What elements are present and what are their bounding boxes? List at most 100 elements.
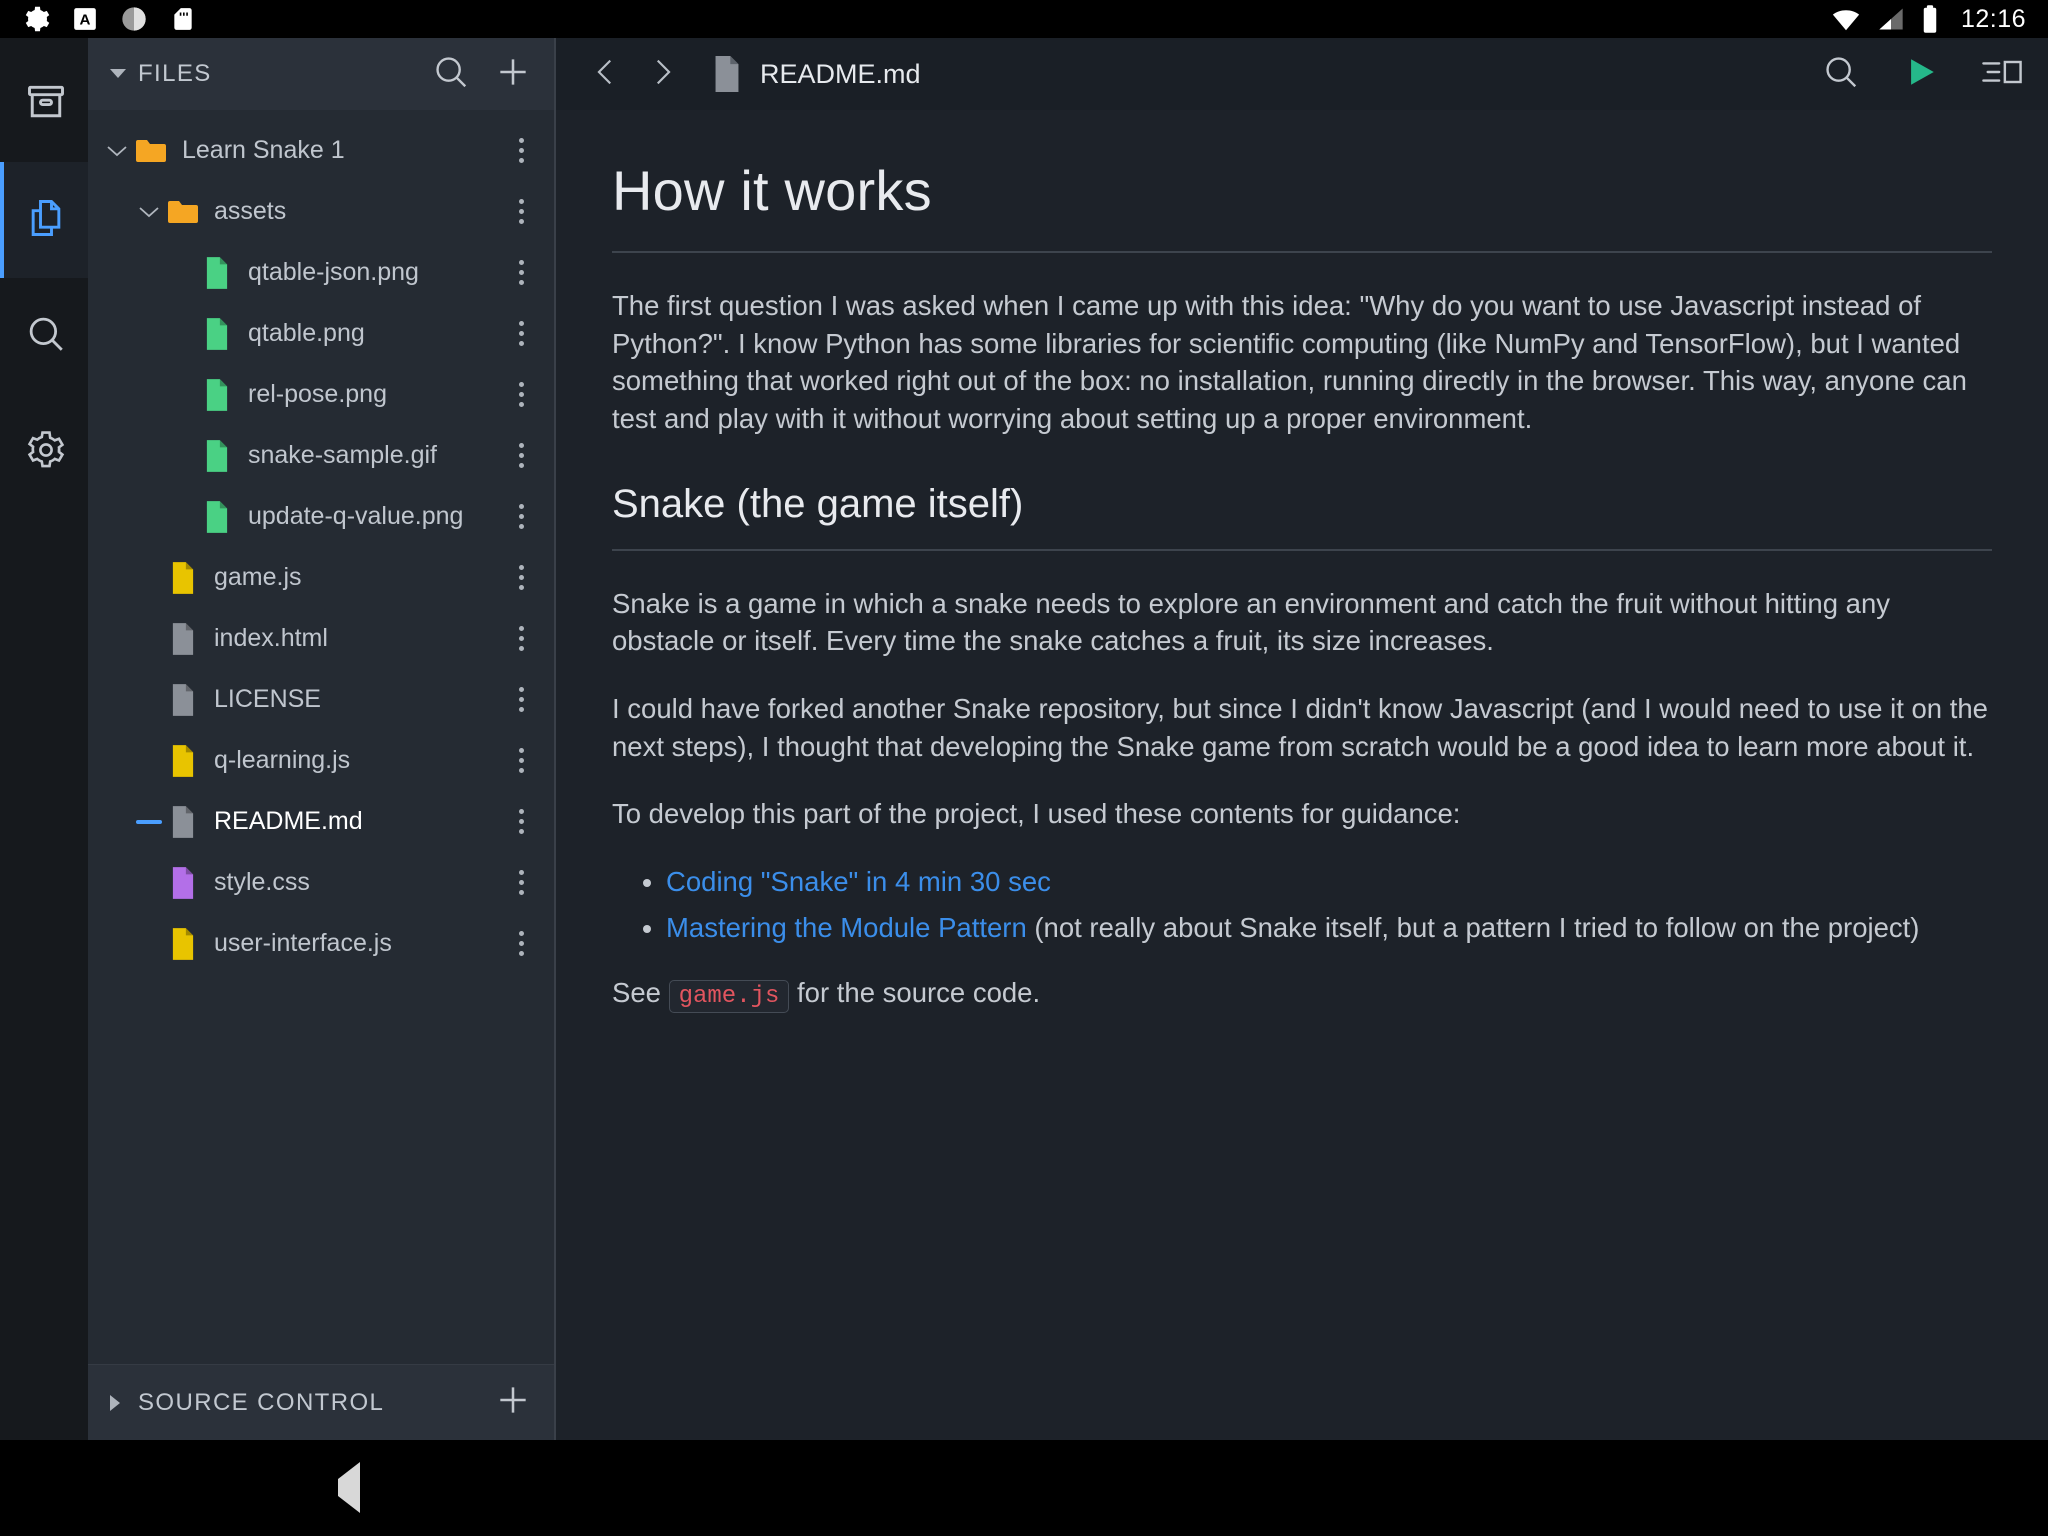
chevron-right-icon[interactable] — [110, 1394, 128, 1411]
file-icon — [200, 378, 234, 411]
tree-row[interactable]: LICENSE — [88, 669, 554, 730]
more-options-icon[interactable] — [504, 382, 538, 407]
cell-signal-icon — [1877, 5, 1905, 33]
file-icon — [166, 561, 200, 594]
folder-icon — [166, 199, 200, 225]
doc-link[interactable]: Mastering the Module Pattern — [666, 912, 1027, 943]
search-icon[interactable] — [1822, 53, 1860, 96]
more-options-icon[interactable] — [504, 504, 538, 529]
plus-icon[interactable] — [494, 53, 532, 96]
title-divider — [612, 251, 1992, 253]
more-options-icon[interactable] — [504, 626, 538, 651]
forward-button[interactable] — [634, 55, 690, 94]
list-item-trailing-text: (not really about Snake itself, but a pa… — [1026, 911, 1920, 943]
activity-item-files[interactable] — [0, 162, 88, 278]
tree-row[interactable]: style.css — [88, 852, 554, 913]
doc-section-2-title: Snake (the game itself) — [612, 481, 1024, 526]
activity-item-settings[interactable] — [0, 394, 88, 510]
chevron-down-icon[interactable] — [100, 144, 134, 158]
a-text-icon: A — [72, 6, 98, 32]
tree-row[interactable]: rel-pose.png — [88, 364, 554, 425]
files-panel-title: FILES — [138, 60, 212, 87]
tree-row-label: qtable.png — [248, 319, 365, 347]
toggle-preview-icon[interactable] — [1982, 55, 2022, 94]
loading-circle-icon — [120, 5, 148, 33]
tree-row[interactable]: snake-sample.gif — [88, 425, 554, 486]
open-file-indicator — [132, 819, 166, 824]
more-options-icon[interactable] — [504, 138, 538, 163]
files-panel-header[interactable]: FILES — [88, 38, 554, 110]
tree-row-label: Learn Snake 1 — [182, 136, 345, 164]
closing-suffix: for the source code. — [789, 977, 1041, 1009]
tree-row-label: game.js — [214, 563, 302, 591]
more-options-icon[interactable] — [504, 565, 538, 590]
doc-paragraph-1: The first question I was asked when I ca… — [612, 290, 1967, 435]
tree-row-label: rel-pose.png — [248, 380, 387, 408]
plus-icon[interactable] — [494, 1381, 532, 1424]
tree-row-label: style.css — [214, 868, 310, 896]
tree-row-label: update-q-value.png — [248, 502, 464, 530]
archive-icon — [24, 80, 68, 129]
file-icon — [166, 927, 200, 960]
list-item: Mastering the Module Pattern (not really… — [666, 909, 1992, 947]
tree-row-label: snake-sample.gif — [248, 441, 437, 469]
search-icon — [25, 313, 67, 360]
tree-row-label: q-learning.js — [214, 746, 351, 774]
tree-row-label: LICENSE — [214, 685, 321, 713]
more-options-icon[interactable] — [504, 809, 538, 834]
more-options-icon[interactable] — [504, 443, 538, 468]
doc-title: How it works — [612, 159, 932, 222]
tree-row[interactable]: assets — [88, 181, 554, 242]
activity-item-archive[interactable] — [0, 46, 88, 162]
more-options-icon[interactable] — [504, 687, 538, 712]
file-icon — [712, 56, 742, 92]
files-icon — [24, 196, 68, 245]
file-icon — [166, 683, 200, 716]
file-tree: Learn Snake 1 assets qtable-json.png qtable… — [88, 110, 554, 1364]
editor-pane: README.md How it works The first questio… — [556, 38, 2048, 1440]
tree-row[interactable]: game.js — [88, 547, 554, 608]
more-options-icon[interactable] — [504, 199, 538, 224]
more-options-icon[interactable] — [504, 260, 538, 285]
closing-prefix: See — [612, 977, 669, 1009]
search-icon[interactable] — [432, 53, 470, 96]
markdown-preview: How it works The first question I was as… — [556, 110, 2048, 1440]
tree-row[interactable]: Learn Snake 1 — [88, 120, 554, 181]
sd-card-icon — [170, 6, 196, 32]
wifi-icon — [1831, 4, 1861, 34]
file-icon — [166, 622, 200, 655]
status-bar-clock: 12:16 — [1960, 4, 2026, 33]
settings-gear-icon — [25, 429, 67, 476]
more-options-icon[interactable] — [504, 321, 538, 346]
doc-paragraph-3: I could have forked another Snake reposi… — [612, 693, 1988, 762]
back-button[interactable] — [578, 55, 634, 94]
tree-row[interactable]: qtable.png — [88, 303, 554, 364]
doc-link[interactable]: Coding "Snake" in 4 min 30 sec — [666, 866, 1051, 897]
tree-row[interactable]: update-q-value.png — [88, 486, 554, 547]
chevron-right-icon — [645, 55, 679, 94]
chevron-down-icon[interactable] — [132, 205, 166, 219]
tree-row[interactable]: qtable-json.png — [88, 242, 554, 303]
file-icon — [166, 805, 200, 838]
tree-row[interactable]: index.html — [88, 608, 554, 669]
inline-code-gamejs: game.js — [668, 980, 790, 1014]
tree-row[interactable]: user-interface.js — [88, 913, 554, 974]
tree-row-label: index.html — [214, 624, 328, 652]
chevron-down-icon[interactable] — [110, 69, 128, 79]
more-options-icon[interactable] — [504, 931, 538, 956]
file-icon — [200, 439, 234, 472]
source-control-panel-header[interactable]: SOURCE CONTROL — [88, 1364, 554, 1440]
more-options-icon[interactable] — [504, 748, 538, 773]
file-icon — [200, 500, 234, 533]
activity-item-search[interactable] — [0, 278, 88, 394]
back-triangle-icon[interactable] — [337, 1462, 360, 1513]
file-icon — [166, 744, 200, 777]
files-panel-actions — [432, 53, 532, 96]
more-options-icon[interactable] — [504, 870, 538, 895]
run-play-icon[interactable] — [1904, 55, 1938, 94]
doc-paragraph-2: Snake is a game in which a snake needs t… — [612, 587, 1890, 657]
tree-row[interactable]: q-learning.js — [88, 730, 554, 791]
tree-row[interactable]: README.md — [88, 791, 554, 852]
status-bar-right-icons: 12:16 — [1831, 4, 2026, 34]
section-divider — [612, 548, 1992, 551]
